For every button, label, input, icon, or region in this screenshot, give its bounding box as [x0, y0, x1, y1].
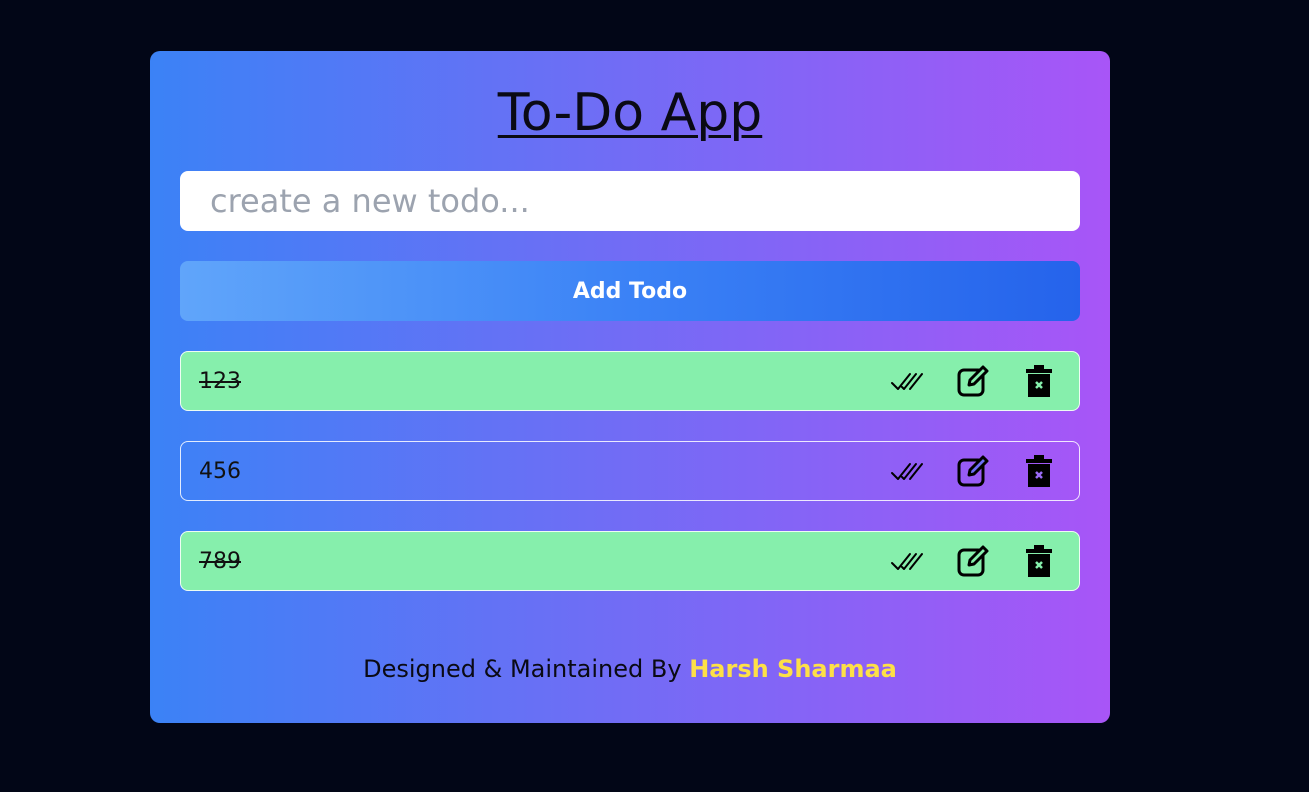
- todo-text: 789: [199, 548, 241, 574]
- author-name: Harsh Sharmaa: [689, 655, 897, 683]
- double-check-icon[interactable]: [887, 451, 927, 491]
- todo-actions: [861, 532, 1059, 590]
- trash-icon[interactable]: [1019, 451, 1059, 491]
- double-check-icon[interactable]: [887, 361, 927, 401]
- todo-item: 456: [180, 441, 1080, 501]
- edit-icon[interactable]: [953, 541, 993, 581]
- todo-actions: [861, 442, 1059, 500]
- page-title: To-Do App: [497, 83, 763, 143]
- todo-list: 123 456 789: [180, 351, 1080, 621]
- new-todo-input[interactable]: [180, 171, 1080, 231]
- footer: Designed & Maintained By Harsh Sharmaa: [150, 655, 1110, 683]
- todo-actions: [861, 352, 1059, 410]
- todo-card: To-Do App Add Todo 123 456: [150, 51, 1110, 723]
- edit-icon[interactable]: [953, 451, 993, 491]
- double-check-icon[interactable]: [887, 541, 927, 581]
- todo-item: 789: [180, 531, 1080, 591]
- todo-text: 123: [199, 368, 241, 394]
- add-todo-button[interactable]: Add Todo: [180, 261, 1080, 321]
- todo-text: 456: [199, 458, 241, 484]
- todo-item: 123: [180, 351, 1080, 411]
- trash-icon[interactable]: [1019, 361, 1059, 401]
- edit-icon[interactable]: [953, 361, 993, 401]
- footer-text: Designed & Maintained By: [363, 655, 682, 683]
- trash-icon[interactable]: [1019, 541, 1059, 581]
